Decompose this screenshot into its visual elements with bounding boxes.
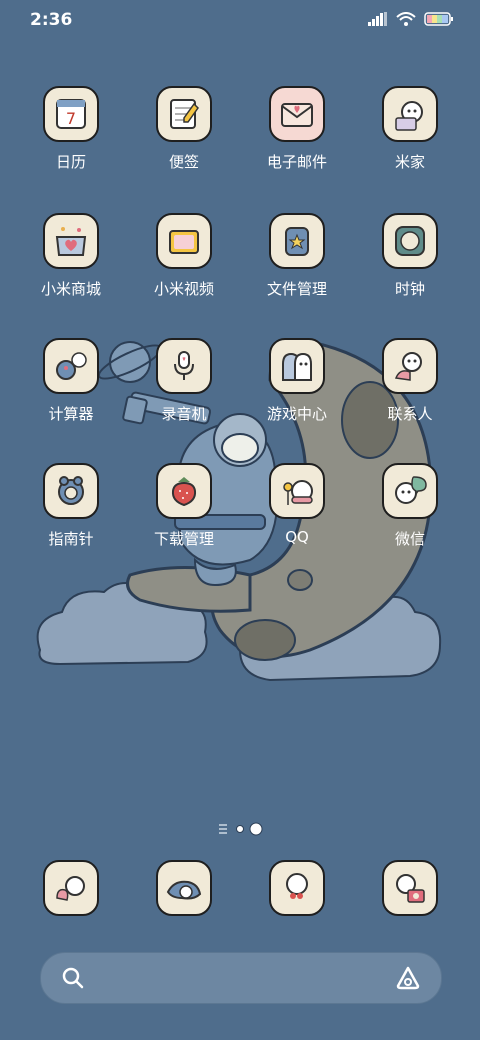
mijia-icon [382, 86, 438, 142]
qq-icon [269, 463, 325, 519]
app-mi-video[interactable]: 小米视频 [134, 213, 234, 323]
wifi-icon [396, 12, 416, 26]
svg-text:7: 7 [66, 109, 76, 128]
files-icon [269, 213, 325, 269]
app-notes[interactable]: 便签 [134, 86, 234, 196]
app-download-manager[interactable]: 下载管理 [134, 463, 234, 573]
app-label: 时钟 [394, 280, 425, 298]
phone-icon [43, 860, 99, 916]
wechat-icon [382, 463, 438, 519]
app-recorder[interactable]: 录音机 [134, 338, 234, 448]
game-center-icon [269, 338, 325, 394]
app-label: 电子邮件 [266, 153, 327, 171]
app-label: 下载管理 [153, 530, 214, 548]
page-dot-2-active [249, 822, 263, 836]
search-icon [62, 967, 84, 989]
calendar-icon: 7 [43, 86, 99, 142]
app-email[interactable]: 电子邮件 [247, 86, 347, 196]
notes-icon [156, 86, 212, 142]
app-calculator[interactable]: 计算器 [21, 338, 121, 448]
page-indicator[interactable] [0, 820, 480, 838]
recorder-icon [156, 338, 212, 394]
messages-icon [156, 860, 212, 916]
app-contacts[interactable]: 联系人 [360, 338, 460, 448]
video-icon [156, 213, 212, 269]
page-dot-1 [236, 825, 244, 833]
app-label: 小米视频 [153, 280, 214, 298]
signal-icon [368, 12, 387, 26]
voice-assistant-icon[interactable] [395, 965, 421, 991]
app-label: QQ [285, 528, 309, 546]
app-mijia[interactable]: 米家 [360, 86, 460, 196]
app-label: 微信 [394, 530, 425, 548]
search-bar[interactable] [40, 952, 442, 1004]
shop-icon [43, 213, 99, 269]
mail-icon [269, 86, 325, 142]
contacts-icon [382, 338, 438, 394]
status-bar: 2:36 [0, 0, 480, 40]
clock-icon [382, 213, 438, 269]
app-calendar[interactable]: 7 日历 [21, 86, 121, 196]
app-clock[interactable]: 时钟 [360, 213, 460, 323]
compass-icon [43, 463, 99, 519]
app-label: 米家 [394, 153, 425, 171]
app-label: 游戏中心 [266, 405, 327, 423]
app-label: 联系人 [387, 405, 433, 423]
app-game-center[interactable]: 游戏中心 [247, 338, 347, 448]
calculator-icon [43, 338, 99, 394]
menu-lines-icon [219, 824, 227, 834]
page-dots [219, 822, 263, 836]
app-label: 计算器 [48, 405, 94, 423]
app-qq[interactable]: QQ [247, 463, 347, 573]
app-label: 日历 [55, 153, 86, 171]
dock [0, 860, 480, 922]
app-label: 便签 [168, 153, 199, 171]
app-file-manager[interactable]: 文件管理 [247, 213, 347, 323]
app-label: 指南针 [48, 530, 94, 548]
battery-icon [424, 12, 453, 26]
status-time: 2:36 [30, 10, 73, 30]
app-wechat[interactable]: 微信 [360, 463, 460, 573]
status-icons [368, 12, 454, 26]
app-label: 录音机 [161, 405, 207, 423]
app-label: 文件管理 [266, 280, 327, 298]
browser-icon [269, 860, 325, 916]
camera-icon [382, 860, 438, 916]
app-compass[interactable]: 指南针 [21, 463, 121, 573]
app-label: 小米商城 [40, 280, 101, 298]
app-mi-store[interactable]: 小米商城 [21, 213, 121, 323]
download-icon [156, 463, 212, 519]
